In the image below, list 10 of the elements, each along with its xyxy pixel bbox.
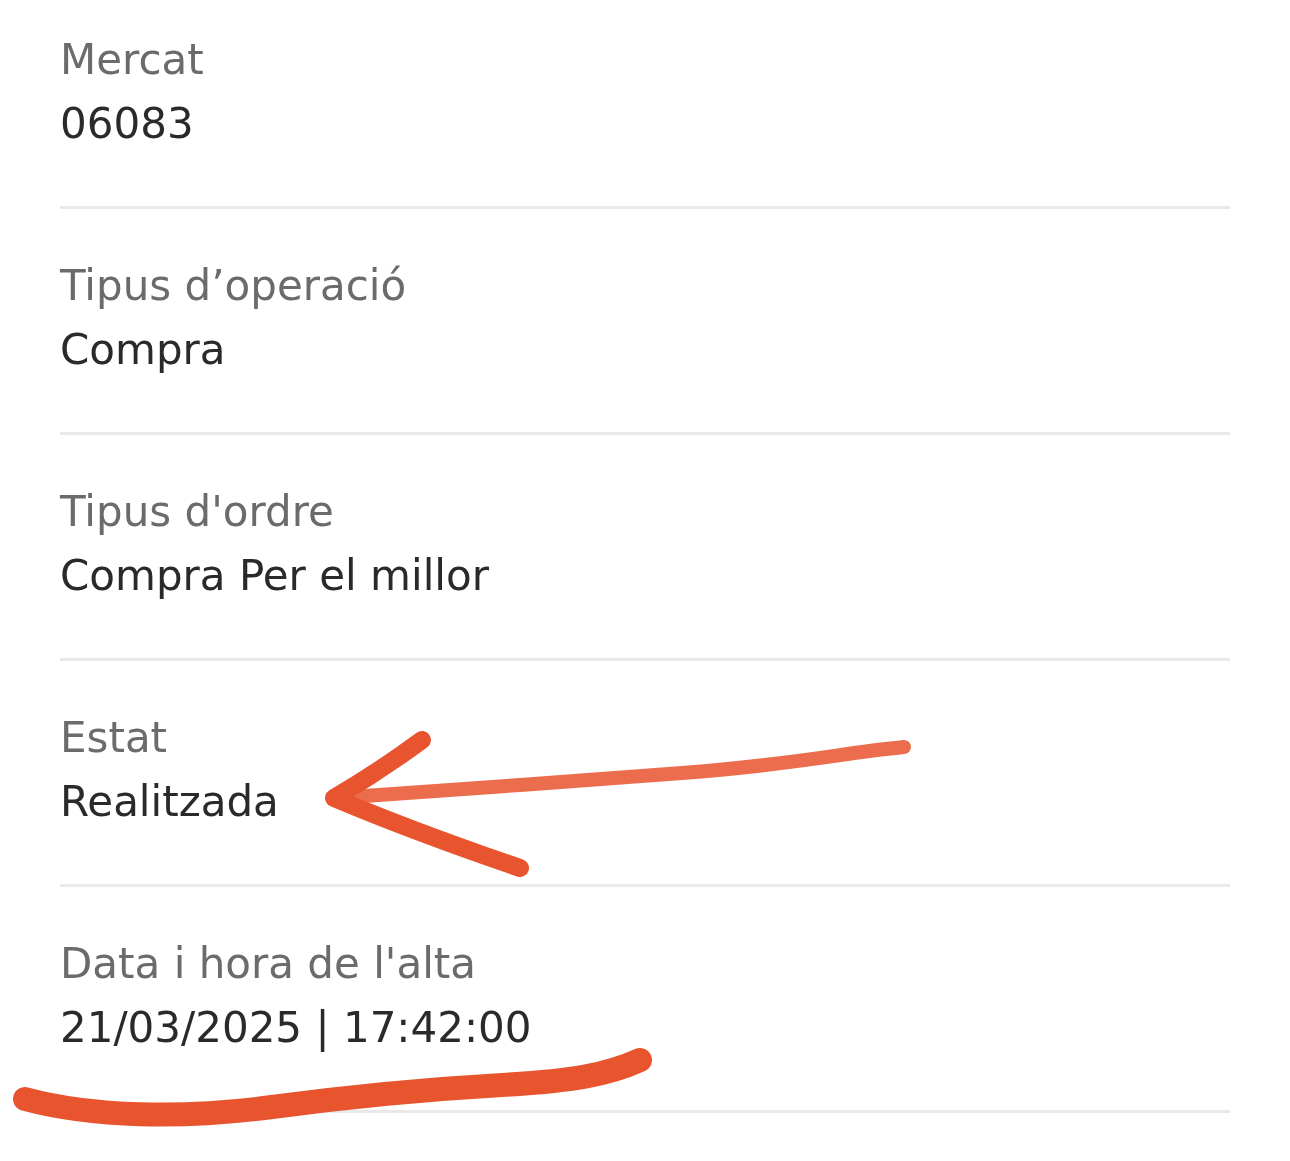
field-label: Tipus d'ordre: [60, 486, 334, 538]
field-label: Data i hora de l'alta: [60, 938, 476, 990]
field-value: Realitzada: [60, 776, 279, 828]
field-value: 21/03/2025 | 17:42:00: [60, 1002, 532, 1054]
field-label: Mercat: [60, 34, 204, 86]
field-value: Compra Per el millor: [60, 550, 489, 602]
field-label: Estat: [60, 712, 168, 764]
field-value: Compra: [60, 324, 226, 376]
field-value: 06083: [60, 98, 194, 150]
field-label: Tipus d’operació: [60, 260, 407, 312]
